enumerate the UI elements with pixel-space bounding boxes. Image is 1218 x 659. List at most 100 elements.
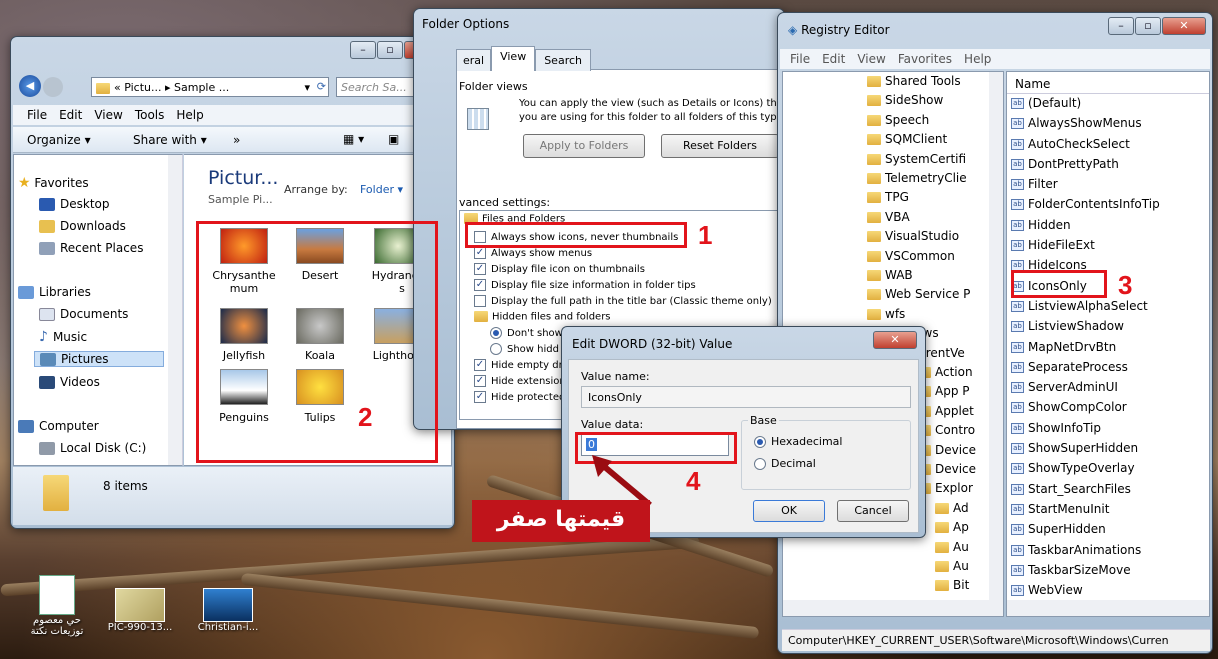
tree-hscrollbar[interactable]: [783, 600, 1003, 616]
setting-item[interactable]: ✓ Hide protected: [474, 391, 565, 403]
checkbox[interactable]: ✓: [474, 375, 486, 387]
registry-value-row[interactable]: ab SeparateProcess: [1011, 360, 1209, 380]
view-options-icon[interactable]: ▦ ▾: [343, 132, 364, 146]
nav-local-disk[interactable]: Local Disk (C:): [39, 441, 146, 455]
tree-node[interactable]: TelemetryClie: [867, 171, 967, 185]
checkbox[interactable]: ✓: [474, 279, 486, 291]
radio-button[interactable]: [754, 436, 766, 448]
radio-item[interactable]: Show hidd: [490, 343, 559, 355]
setting-item[interactable]: ✓ Hide extension: [474, 375, 566, 387]
checkbox[interactable]: ✓: [474, 359, 486, 371]
nav-desktop[interactable]: Desktop: [39, 197, 110, 211]
tree-node[interactable]: Ad: [935, 501, 969, 515]
tree-node[interactable]: SideShow: [867, 93, 943, 107]
reset-folders-button[interactable]: Reset Folders: [661, 134, 779, 158]
registry-value-row[interactable]: ab ListviewShadow: [1011, 319, 1209, 339]
registry-value-row[interactable]: ab ShowInfoTip: [1011, 421, 1209, 441]
menu-file[interactable]: File: [790, 52, 810, 66]
setting-item[interactable]: ✓ Always show menus: [474, 247, 592, 259]
checkbox[interactable]: ✓: [474, 391, 486, 403]
maximize-button[interactable]: ▫: [1135, 17, 1161, 35]
tree-node[interactable]: Ap: [935, 520, 969, 534]
menu-file[interactable]: File: [27, 108, 47, 122]
back-button[interactable]: ◀: [19, 75, 41, 97]
radio-button[interactable]: [490, 327, 502, 339]
organize-button[interactable]: Organize ▾: [27, 133, 91, 147]
nav-pictures[interactable]: Pictures: [34, 351, 164, 367]
tree-node[interactable]: VSCommon: [867, 249, 955, 263]
setting-item[interactable]: ✓ Hide empty dri: [474, 359, 565, 371]
nav-libraries[interactable]: Libraries: [18, 285, 91, 299]
address-bar[interactable]: « Pictu... ▸ Sample ... ▾ ⟳: [91, 77, 329, 97]
share-with-button[interactable]: Share with ▾: [133, 133, 207, 147]
registry-value-row[interactable]: ab ShowTypeOverlay: [1011, 461, 1209, 481]
registry-value-row[interactable]: ab ListviewAlphaSelect: [1011, 299, 1209, 319]
tree-node[interactable]: WAB: [867, 268, 913, 282]
tree-node[interactable]: SQMClient: [867, 132, 947, 146]
more-button[interactable]: »: [233, 133, 240, 147]
tree-node[interactable]: wfs: [867, 307, 905, 321]
registry-value-row[interactable]: ab Filter: [1011, 177, 1209, 197]
tree-node[interactable]: VBA: [867, 210, 910, 224]
registry-value-row[interactable]: ab MapNetDrvBtn: [1011, 340, 1209, 360]
maximize-button[interactable]: ▫: [377, 41, 403, 59]
menu-favorites[interactable]: Favorites: [898, 52, 952, 66]
checkbox[interactable]: ✓: [474, 247, 486, 259]
values-hscrollbar[interactable]: [1007, 600, 1209, 616]
minimize-button[interactable]: –: [1108, 17, 1134, 35]
registry-value-row[interactable]: ab (Default): [1011, 96, 1209, 116]
menu-help[interactable]: Help: [176, 108, 203, 122]
tree-node[interactable]: Web Service P: [867, 287, 970, 301]
tree-node[interactable]: Speech: [867, 113, 929, 127]
desktop-icon-pic[interactable]: PIC-990-13...: [100, 588, 180, 633]
preview-pane-icon[interactable]: ▣: [388, 132, 399, 146]
radio-button[interactable]: [490, 343, 502, 355]
registry-value-row[interactable]: ab AlwaysShowMenus: [1011, 116, 1209, 136]
registry-value-row[interactable]: ab AutoCheckSelect: [1011, 137, 1209, 157]
nav-recent-places[interactable]: Recent Places: [39, 241, 143, 255]
close-button[interactable]: ✕: [873, 331, 917, 349]
menu-view[interactable]: View: [857, 52, 885, 66]
tree-node[interactable]: Au: [935, 559, 969, 573]
tab-search[interactable]: Search: [535, 49, 591, 71]
menu-edit[interactable]: Edit: [59, 108, 82, 122]
registry-value-row[interactable]: ab Start_SearchFiles: [1011, 482, 1209, 502]
tree-node[interactable]: TPG: [867, 190, 909, 204]
nav-computer[interactable]: Computer: [18, 419, 99, 433]
registry-value-row[interactable]: ab FolderContentsInfoTip: [1011, 197, 1209, 217]
registry-value-row[interactable]: ab DontPrettyPath: [1011, 157, 1209, 177]
tree-node[interactable]: VisualStudio: [867, 229, 959, 243]
nav-scrollbar[interactable]: [168, 155, 182, 465]
tree-node[interactable]: Au: [935, 540, 969, 554]
setting-item[interactable]: ✓ Display file size information in folder…: [474, 279, 696, 291]
tree-node[interactable]: Shared Tools: [867, 74, 961, 88]
menu-view[interactable]: View: [94, 108, 122, 122]
radio-button[interactable]: [754, 458, 766, 470]
hexadecimal-option[interactable]: Hexadecimal: [754, 435, 842, 448]
ok-button[interactable]: OK: [753, 500, 825, 522]
tab-view[interactable]: View: [491, 46, 536, 71]
desktop-icon-christian[interactable]: Christian-i...: [188, 588, 268, 633]
menu-help[interactable]: Help: [964, 52, 991, 66]
tree-node[interactable]: Bit: [935, 578, 969, 592]
tree-node[interactable]: SystemCertifi: [867, 152, 966, 166]
registry-value-row[interactable]: ab ServerAdminUI: [1011, 380, 1209, 400]
refresh-icon[interactable]: ⟳: [317, 80, 326, 93]
dropdown-icon[interactable]: ▾: [304, 81, 310, 94]
registry-value-row[interactable]: ab Hidden: [1011, 218, 1209, 238]
menu-edit[interactable]: Edit: [822, 52, 845, 66]
forward-button[interactable]: [43, 77, 63, 97]
cancel-button[interactable]: Cancel: [837, 500, 909, 522]
setting-item[interactable]: Display the full path in the title bar (…: [474, 295, 772, 307]
value-name-field[interactable]: IconsOnly: [581, 386, 911, 408]
registry-value-row[interactable]: ab ShowSuperHidden: [1011, 441, 1209, 461]
apply-to-folders-button[interactable]: Apply to Folders: [523, 134, 645, 158]
tree-scrollbar[interactable]: [989, 72, 1003, 600]
checkbox[interactable]: ✓: [474, 263, 486, 275]
name-column-header[interactable]: Name: [1007, 72, 1209, 94]
nav-music[interactable]: ♪ Music: [39, 329, 87, 345]
registry-value-row[interactable]: ab SuperHidden: [1011, 522, 1209, 542]
close-button[interactable]: ✕: [1162, 17, 1206, 35]
decimal-option[interactable]: Decimal: [754, 457, 816, 470]
tab-general[interactable]: eral: [456, 49, 492, 71]
